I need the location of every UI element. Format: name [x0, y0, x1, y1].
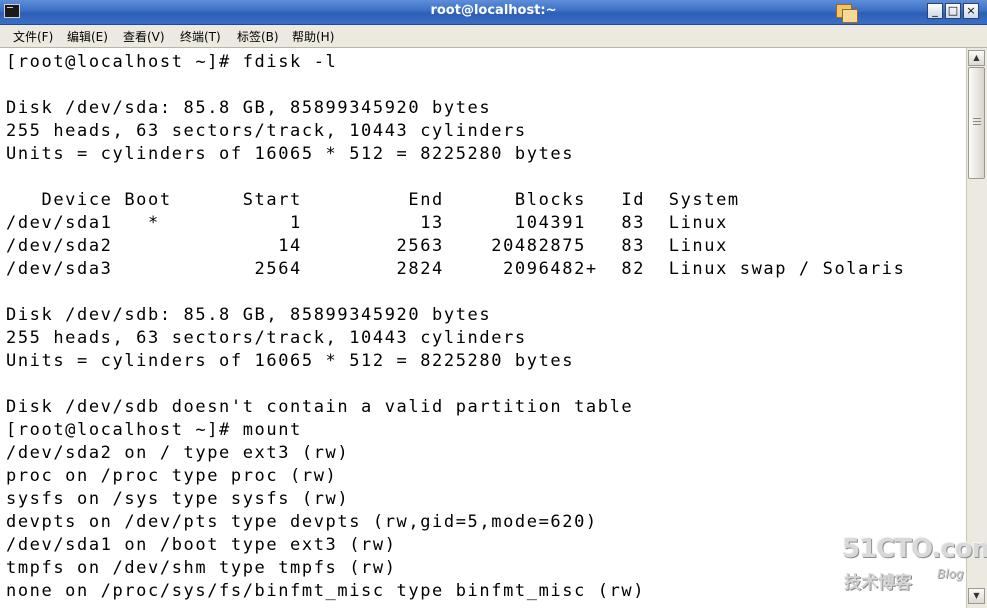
terminal-line: sysfs on /sys type sysfs (rw) — [6, 489, 350, 509]
terminal-line: tmpfs on /dev/shm type tmpfs (rw) — [6, 558, 397, 578]
terminal-line: /dev/sda2 on / type ext3 (rw) — [6, 443, 350, 463]
terminal-line: devpts on /dev/pts type devpts (rw,gid=5… — [6, 512, 598, 532]
watermark-tag: Blog — [937, 567, 964, 581]
terminal-line: proc on /proc type proc (rw) — [6, 466, 338, 486]
terminal-line: none on /proc/sys/fs/binfmt_misc type bi… — [6, 581, 646, 601]
scroll-thumb[interactable] — [968, 67, 985, 179]
terminal-line: /dev/sda1 * 1 13 104391 83 Linux — [6, 213, 728, 233]
menu-bar: 文件(F) 编辑(E) 查看(V) 终端(T) 标签(B) 帮助(H) — [0, 25, 987, 48]
close-button[interactable]: × — [963, 3, 979, 19]
watermark-brand: 51CTO.com — [842, 534, 987, 564]
terminal-line: [root@localhost ~]# mount — [6, 420, 302, 440]
watermark-subtitle: 技术博客 — [844, 573, 912, 593]
terminal-line: Disk /dev/sdb: 85.8 GB, 85899345920 byte… — [6, 305, 492, 325]
terminal-line: Disk /dev/sda: 85.8 GB, 85899345920 byte… — [6, 98, 492, 118]
vertical-scrollbar[interactable]: ▲ ▼ — [966, 48, 987, 608]
terminal-output[interactable]: [root@localhost ~]# fdisk -l Disk /dev/sd… — [0, 48, 966, 608]
maximize-button[interactable]: □ — [945, 3, 961, 19]
menu-terminal[interactable]: 终端(T) — [180, 28, 221, 45]
terminal-line: Units = cylinders of 16065 * 512 = 82252… — [6, 144, 575, 164]
menu-help[interactable]: 帮助(H) — [292, 28, 334, 45]
workspace-switch-icon[interactable] — [836, 4, 858, 24]
terminal-line: 255 heads, 63 sectors/track, 10443 cylin… — [6, 328, 527, 348]
terminal-line: Device Boot Start End Blocks Id System — [6, 190, 740, 210]
minimize-button[interactable]: _ — [927, 3, 943, 19]
terminal-line: Disk /dev/sdb doesn't contain a valid pa… — [6, 397, 634, 417]
terminal-line: [root@localhost ~]# fdisk -l — [6, 52, 338, 72]
terminal-line: 255 heads, 63 sectors/track, 10443 cylin… — [6, 121, 527, 141]
title-bar[interactable]: root@localhost:~ _ □ × — [0, 0, 987, 25]
menu-file[interactable]: 文件(F) — [13, 28, 53, 45]
scroll-up-arrow-icon[interactable]: ▲ — [968, 50, 985, 66]
terminal-line: /dev/sda2 14 2563 20482875 83 Linux — [6, 236, 728, 256]
menu-edit[interactable]: 编辑(E) — [67, 28, 108, 45]
menu-tabs[interactable]: 标签(B) — [237, 28, 279, 45]
terminal-line: /dev/sda1 on /boot type ext3 (rw) — [6, 535, 397, 555]
terminal-line: Units = cylinders of 16065 * 512 = 82252… — [6, 351, 575, 371]
watermark-logo: 51CTO.com 技术博客 Blog — [842, 534, 987, 594]
terminal-line: /dev/sda3 2564 2824 2096482+ 82 Linux sw… — [6, 259, 906, 279]
menu-view[interactable]: 查看(V) — [123, 28, 165, 45]
terminal-text: [root@localhost ~]# fdisk -l Disk /dev/sd… — [6, 51, 905, 603]
